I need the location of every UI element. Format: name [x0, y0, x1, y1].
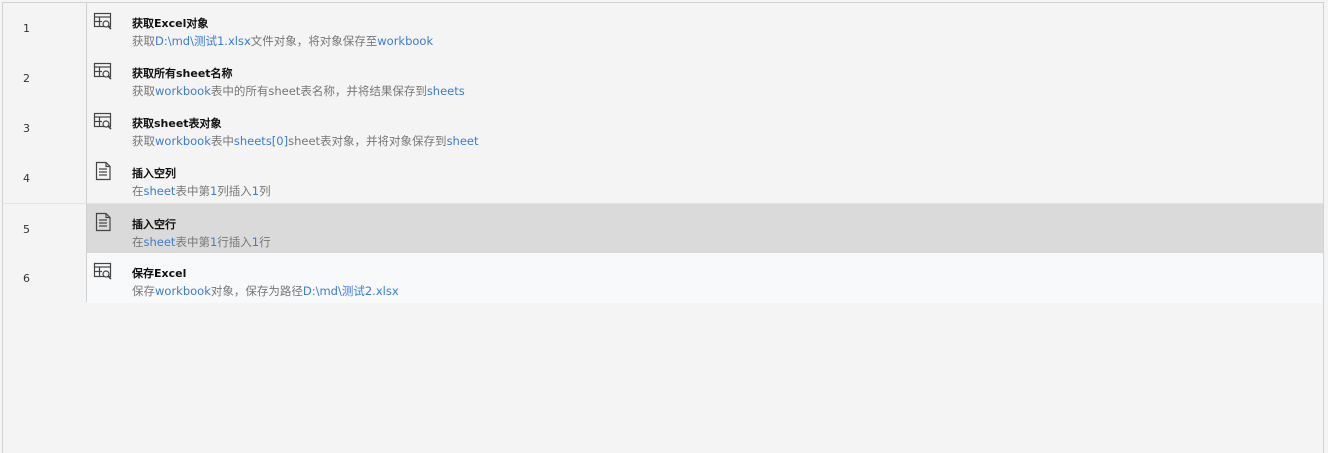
step-parameter: 1 [251, 235, 260, 249]
step-description-text: sheet表对象，并将对象保存到 [288, 134, 447, 148]
step-description-text: 行 [259, 235, 271, 249]
step-parameter: sheet [143, 235, 176, 249]
step-row[interactable]: 2 获取所有sheet名称 获取workbook表中的所有sheet表名称，并将结果… [3, 53, 1323, 103]
step-content[interactable]: 获取sheet表对象 获取workbook表中sheets[0]sheet表对象，… [87, 103, 1323, 153]
step-row[interactable]: 6 保存Excel 保存workbook对象，保存为路径D:\md\测试2.xlsx [3, 253, 1323, 303]
step-content[interactable]: 保存Excel 保存workbook对象，保存为路径D:\md\测试2.xlsx [87, 253, 1323, 303]
step-description-text: 表中第 [175, 184, 210, 198]
step-content[interactable]: 插入空列 在sheet表中第1列插入1列 [87, 153, 1323, 203]
step-row[interactable]: 3 获取sheet表对象 获取workbook表中sheets[0]sheet表对象… [3, 103, 1323, 153]
step-line-number: 3 [23, 121, 30, 135]
table-search-icon [93, 61, 113, 81]
step-line-number: 6 [23, 271, 30, 285]
step-title: 获取Excel对象 [132, 17, 209, 30]
step-description-text: 在 [132, 235, 144, 249]
step-parameter: D:\md\测试1.xlsx [155, 34, 251, 48]
step-description-text: 在 [132, 184, 144, 198]
step-parameter: sheets [426, 84, 465, 98]
step-title: 获取所有sheet名称 [132, 67, 233, 80]
step-line-number: 2 [23, 71, 30, 85]
step-description-text: 列 [259, 184, 271, 198]
step-description-text: 文件对象，将对象保存至 [250, 34, 378, 48]
step-parameter: workbook [155, 284, 211, 298]
step-description-text: 对象，保存为路径 [210, 284, 303, 298]
step-description: 获取D:\md\测试1.xlsx文件对象，将对象保存至workbook [132, 33, 433, 49]
step-description: 保存workbook对象，保存为路径D:\md\测试2.xlsx [132, 283, 399, 299]
document-icon [93, 212, 113, 232]
step-description: 获取workbook表中sheets[0]sheet表对象，并将对象保存到she… [132, 133, 479, 149]
step-content[interactable]: 获取所有sheet名称 获取workbook表中的所有sheet表名称，并将结果保… [87, 53, 1323, 103]
step-description-text: 获取 [132, 84, 155, 98]
step-description-text: 表中 [210, 134, 234, 148]
step-description-text: 表中第 [175, 235, 210, 249]
step-parameter: sheets[0] [233, 134, 289, 148]
step-row[interactable]: 4 插入空列 在sheet表中第1列插入1列 [3, 153, 1323, 203]
step-parameter: D:\md\测试2.xlsx [302, 284, 399, 298]
step-description-text: 列插入 [217, 184, 252, 198]
step-row[interactable]: 1 获取Excel对象 获取D:\md\测试1.xlsx文件对象，将对象保存至wor… [3, 3, 1323, 53]
step-parameter: workbook [155, 84, 211, 98]
step-title: 插入空行 [132, 218, 176, 231]
step-parameter: sheet [143, 184, 176, 198]
step-description: 在sheet表中第1列插入1列 [132, 183, 271, 199]
step-parameter: workbook [155, 134, 211, 148]
step-content[interactable]: 插入空行 在sheet表中第1行插入1行 [87, 204, 1323, 254]
step-row[interactable]: 5 插入空行 在sheet表中第1行插入1行 [3, 203, 1323, 254]
step-title: 插入空列 [132, 167, 176, 180]
step-description-text: 表中的所有sheet表名称，并将结果保存到 [210, 84, 427, 98]
step-title: 保存Excel [132, 267, 187, 280]
table-search-icon [93, 11, 113, 31]
table-search-icon [93, 261, 113, 281]
step-description-text: 行插入 [217, 235, 252, 249]
step-title: 获取sheet表对象 [132, 117, 222, 130]
step-description-text: 获取 [132, 34, 155, 48]
step-line-number: 1 [23, 21, 30, 35]
step-content[interactable]: 获取Excel对象 获取D:\md\测试1.xlsx文件对象，将对象保存至work… [87, 3, 1323, 53]
table-search-icon [93, 111, 113, 131]
step-line-number: 5 [23, 222, 30, 236]
step-parameter: workbook [377, 34, 434, 48]
step-parameter: 1 [251, 184, 260, 198]
step-description: 在sheet表中第1行插入1行 [132, 234, 271, 250]
step-description-text: 获取 [132, 134, 155, 148]
document-icon [93, 161, 113, 181]
step-description-text: 保存 [132, 284, 155, 298]
step-line-number: 4 [23, 171, 30, 185]
step-parameter: sheet [446, 134, 479, 148]
step-description: 获取workbook表中的所有sheet表名称，并将结果保存到sheets [132, 83, 465, 99]
